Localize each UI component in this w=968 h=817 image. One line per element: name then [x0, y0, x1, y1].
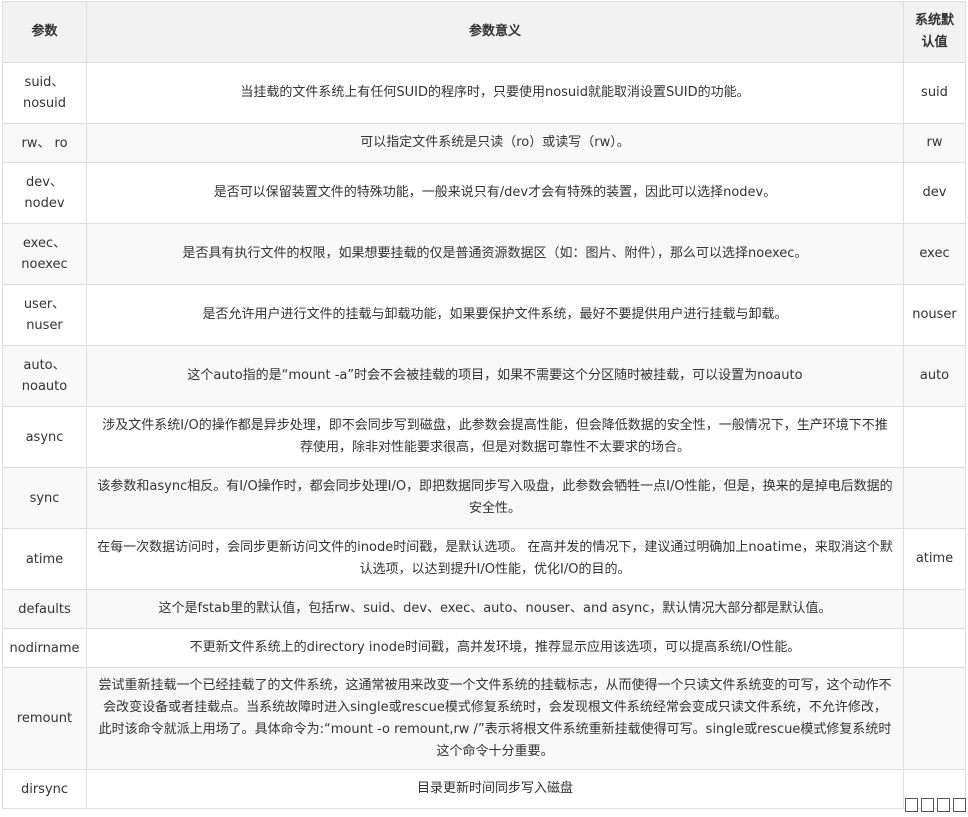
param-name: auto、 — [23, 358, 66, 373]
param-default — [903, 589, 966, 629]
param-meaning: 在每一次数据访问时，会同步更新访问文件的inode时间戳，是默认选项。 在高并发… — [86, 528, 904, 590]
param-name: nodirname — [9, 640, 80, 656]
param-name-cell: async — [2, 406, 87, 468]
missing-glyph-icon — [953, 798, 966, 812]
param-default: auto — [903, 345, 966, 407]
header-default: 系统默 认值 — [903, 1, 966, 63]
param-default: rw — [903, 123, 966, 163]
table-row: user、 nuser 是否允许用户进行文件的挂载与卸载功能，如果要保护文件系统，最… — [2, 284, 966, 346]
param-default: suid — [903, 62, 966, 124]
param-default: dev — [903, 162, 966, 224]
missing-glyph-icon — [921, 798, 934, 812]
param-name: defaults — [18, 601, 71, 617]
param-name: nodev — [24, 196, 65, 211]
param-name-cell: dirsync — [2, 769, 87, 809]
param-name-cell: dev、 nodev — [2, 162, 87, 224]
header-param: 参数 — [2, 1, 87, 63]
param-name-cell: rw、 ro — [2, 123, 87, 163]
missing-glyph-icons — [905, 798, 966, 812]
param-meaning: 是否具有执行文件的权限，如果想要挂载的仅是普通资源数据区（如：图片、附件），那么… — [86, 223, 904, 285]
param-name: nosuid — [22, 96, 67, 111]
param-name-cell: sync — [2, 467, 87, 529]
param-name-cell: user、 nuser — [2, 284, 87, 346]
table-row: dev、 nodev 是否可以保留装置文件的特殊功能，一般来说只有/dev才会有特殊… — [2, 162, 966, 224]
param-meaning: 这个是fstab里的默认值，包括rw、suid、dev、exec、auto、no… — [86, 589, 904, 629]
param-name-cell: defaults — [2, 589, 87, 629]
param-name: remount — [16, 711, 73, 726]
param-name-cell: auto、 noauto — [2, 345, 87, 407]
header-default-line2: 认值 — [921, 35, 948, 50]
param-meaning: 目录更新时间同步写入磁盘 — [86, 769, 904, 809]
table-body: suid、 nosuid 当挂载的文件系统上有任何SUID的程序时，只要使用nosu… — [2, 62, 966, 809]
param-name: rw、 ro — [21, 135, 68, 151]
param-default — [903, 406, 966, 468]
param-meaning: 不更新文件系统上的directory inode时间戳，高并发环境，推荐显示应用… — [86, 628, 904, 668]
param-name-cell: atime — [2, 528, 87, 590]
param-default: exec — [903, 223, 966, 285]
table-row: auto、 noauto 这个auto指的是“mount -a”时会不会被挂载的项目… — [2, 345, 966, 407]
param-name: suid、 — [24, 75, 65, 90]
missing-glyph-icon — [937, 798, 950, 812]
param-meaning: 尝试重新挂载一个已经挂载了的文件系统，这通常被用来改变一个文件系统的挂载标志，从… — [86, 667, 904, 770]
table-row: atime 在每一次数据访问时，会同步更新访问文件的inode时间戳，是默认选项。… — [2, 528, 966, 590]
header-meaning: 参数意义 — [86, 1, 904, 63]
param-default — [903, 628, 966, 668]
param-meaning: 是否允许用户进行文件的挂载与卸载功能，如果要保护文件系统，最好不要提供用户进行挂… — [86, 284, 904, 346]
table-row: nodirname 不更新文件系统上的directory inode时间戳，高并发… — [2, 628, 966, 668]
param-name: sync — [29, 490, 60, 506]
param-name: atime — [25, 551, 64, 567]
table-row: sync 该参数和async相反。有I/O操作时，都会同步处理I/O，即把数据同步… — [2, 467, 966, 529]
param-name: dev、 — [26, 175, 63, 190]
param-meaning: 可以指定文件系统是只读（ro）或读写（rw）。 — [86, 123, 904, 163]
param-meaning: 这个auto指的是“mount -a”时会不会被挂载的项目，如果不需要这个分区随… — [86, 345, 904, 407]
param-name: dirsync — [20, 781, 69, 797]
param-name-cell: exec、 noexec — [2, 223, 87, 285]
param-default — [903, 467, 966, 529]
param-name-cell: suid、 nosuid — [2, 62, 87, 124]
table-row: rw、 ro 可以指定文件系统是只读（ro）或读写（rw）。 rw — [2, 123, 966, 163]
missing-glyph-icon — [905, 798, 918, 812]
param-name-cell: nodirname — [2, 628, 87, 668]
param-name: noexec — [21, 257, 68, 272]
param-name: noauto — [21, 379, 68, 394]
param-name: async — [25, 429, 64, 445]
param-meaning: 是否可以保留装置文件的特殊功能，一般来说只有/dev才会有特殊的装置，因此可以选… — [86, 162, 904, 224]
table-row: remount 尝试重新挂载一个已经挂载了的文件系统，这通常被用来改变一个文件系统… — [2, 667, 966, 770]
param-meaning: 当挂载的文件系统上有任何SUID的程序时，只要使用nosuid就能取消设置SUI… — [86, 62, 904, 124]
param-name: nuser — [26, 318, 63, 333]
param-name: exec、 — [22, 236, 67, 251]
param-default: atime — [903, 528, 966, 590]
param-default — [903, 667, 966, 770]
mount-options-table: 参数 参数意义 系统默 认值 suid、 nosuid 当挂载的文件系统上有任何SU… — [2, 1, 966, 809]
param-name: user、 — [23, 297, 66, 312]
param-meaning: 该参数和async相反。有I/O操作时，都会同步处理I/O，即把数据同步写入吸盘… — [86, 467, 904, 529]
table-header-row: 参数 参数意义 系统默 认值 — [2, 1, 966, 63]
table-row: suid、 nosuid 当挂载的文件系统上有任何SUID的程序时，只要使用nosu… — [2, 62, 966, 124]
header-default-line1: 系统默 — [914, 13, 954, 28]
param-name-cell: remount — [2, 667, 87, 770]
param-meaning: 涉及文件系统I/O的操作都是异步处理，即不会同步写到磁盘，此参数会提高性能，但会… — [86, 406, 904, 468]
table-row: defaults 这个是fstab里的默认值，包括rw、suid、dev、exec… — [2, 589, 966, 629]
param-default: nouser — [903, 284, 966, 346]
table-row: dirsync 目录更新时间同步写入磁盘 — [2, 769, 966, 809]
table-row: exec、 noexec 是否具有执行文件的权限，如果想要挂载的仅是普通资源数据区（… — [2, 223, 966, 285]
table-row: async 涉及文件系统I/O的操作都是异步处理，即不会同步写到磁盘，此参数会提高… — [2, 406, 966, 468]
